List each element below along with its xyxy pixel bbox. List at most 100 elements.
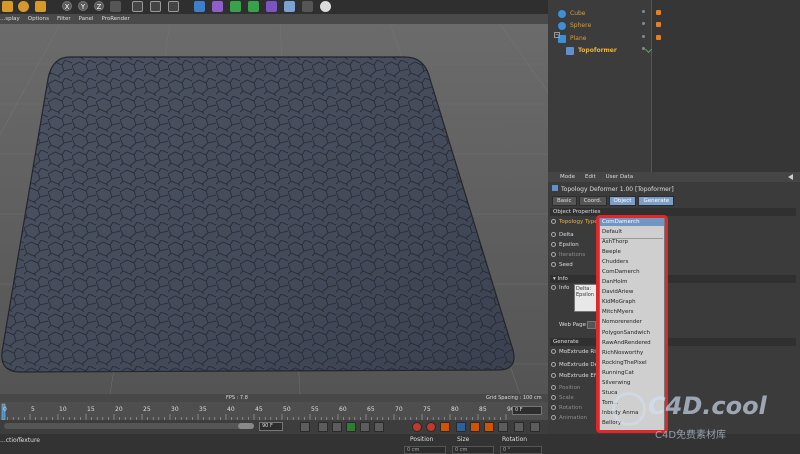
object-topoformer[interactable]: Topoformer — [550, 45, 650, 56]
anim-dot[interactable] — [551, 362, 556, 367]
render-picture-icon[interactable] — [150, 1, 161, 12]
tab-basic[interactable]: Basic — [552, 196, 577, 206]
info-header[interactable]: ▾ Info — [550, 275, 796, 283]
anim-dot[interactable] — [551, 349, 556, 354]
rotation-prop[interactable]: Rotation — [551, 405, 582, 411]
current-frame-field[interactable]: 0 F — [512, 406, 542, 415]
rotation-h-field[interactable]: 0 ° — [500, 446, 542, 454]
web-page-button[interactable] — [587, 321, 596, 329]
anim-dot[interactable] — [551, 395, 556, 400]
position-x-field[interactable]: 0 cm — [404, 446, 446, 454]
array-icon[interactable] — [248, 1, 259, 12]
render-view-icon[interactable] — [132, 1, 143, 12]
anim-dot[interactable] — [551, 385, 556, 390]
menu-options[interactable]: Options — [28, 16, 49, 22]
light-icon[interactable] — [320, 1, 331, 12]
time-range-slider[interactable] — [4, 423, 254, 429]
topology-type-prop[interactable]: Topology Type — [551, 219, 598, 225]
next-key-button[interactable] — [374, 422, 384, 432]
material-tag-icon[interactable] — [656, 22, 661, 27]
iterations-prop[interactable]: Iterations — [551, 252, 585, 258]
next-frame-button[interactable] — [360, 422, 370, 432]
timeline-menu-button[interactable] — [530, 422, 540, 432]
expand-toggle[interactable]: − — [554, 32, 560, 38]
rotate-key-button[interactable] — [484, 422, 494, 432]
anim-dot[interactable] — [551, 262, 556, 267]
attr-menu-edit[interactable]: Edit — [585, 174, 596, 180]
prev-frame-button[interactable] — [332, 422, 342, 432]
timeline-tick-label: 65 — [367, 406, 375, 413]
visibility-dot[interactable] — [642, 22, 645, 25]
back-arrow-icon[interactable] — [788, 174, 793, 180]
object-sphere[interactable]: Sphere — [550, 20, 650, 31]
attribute-tabs: Basic Coord. Object Generate — [552, 196, 675, 206]
end-frame-field[interactable]: 90 F — [259, 422, 283, 431]
material-tag-icon[interactable] — [656, 35, 661, 40]
move-tool-icon[interactable] — [35, 1, 46, 12]
menu-panel[interactable]: Panel — [79, 16, 94, 22]
param-key-button[interactable] — [498, 422, 508, 432]
menu-display[interactable]: ...splay — [0, 16, 20, 22]
object-cube[interactable]: Cube — [550, 8, 650, 19]
3d-viewport[interactable] — [0, 24, 548, 394]
z-axis-icon[interactable]: Z — [94, 1, 104, 11]
camera-icon[interactable] — [302, 1, 313, 12]
undo-icon[interactable] — [2, 1, 13, 12]
material-tag-icon[interactable] — [656, 10, 661, 15]
delta-prop[interactable]: Delta — [551, 232, 574, 238]
seed-prop[interactable]: Seed — [551, 262, 573, 268]
anim-dot[interactable] — [551, 405, 556, 410]
y-axis-icon[interactable]: Y — [78, 1, 88, 11]
anim-dot[interactable] — [551, 415, 556, 420]
anim-dot[interactable] — [551, 285, 556, 290]
move-key-button[interactable] — [456, 422, 466, 432]
autokey-button[interactable] — [426, 422, 436, 432]
anim-dot[interactable] — [551, 232, 556, 237]
render-settings-icon[interactable] — [168, 1, 179, 12]
record-button[interactable] — [412, 422, 422, 432]
bend-deformer-icon[interactable] — [266, 1, 277, 12]
epsilon-prop[interactable]: Epsilon — [551, 242, 579, 248]
moextrude-ri-prop[interactable]: MoExtrude Ri... — [551, 349, 601, 355]
pla-key-button[interactable] — [514, 422, 524, 432]
anim-dot[interactable] — [551, 219, 556, 224]
info-prop: Info — [551, 285, 569, 291]
menu-filter[interactable]: Filter — [57, 16, 71, 22]
position-prop[interactable]: Position — [551, 385, 580, 391]
go-start-button[interactable] — [300, 422, 310, 432]
texture-tab[interactable]: Texture — [18, 437, 40, 444]
visibility-dot[interactable] — [642, 35, 645, 38]
tab-generate[interactable]: Generate — [638, 196, 675, 206]
animation-prop[interactable]: Animation — [551, 415, 587, 421]
rotate-tool-icon[interactable] — [18, 1, 29, 12]
visibility-dot[interactable] — [642, 10, 645, 13]
keyframe-selection-button[interactable] — [440, 422, 450, 432]
position-header: Position — [410, 436, 434, 443]
web-page-prop[interactable]: Web Page — [559, 322, 586, 328]
spline-pen-icon[interactable] — [212, 1, 223, 12]
cube-object-icon[interactable] — [194, 1, 205, 12]
tab-coord[interactable]: Coord. — [578, 196, 607, 206]
column-divider — [651, 0, 652, 172]
anim-dot[interactable] — [551, 242, 556, 247]
anim-dot[interactable] — [551, 252, 556, 257]
x-axis-icon[interactable]: X — [62, 1, 72, 11]
anim-dot[interactable] — [551, 373, 556, 378]
size-x-field[interactable]: 0 cm — [452, 446, 494, 454]
subdivision-icon[interactable] — [230, 1, 241, 12]
scale-key-button[interactable] — [470, 422, 480, 432]
attr-menu-mode[interactable]: Mode — [560, 174, 575, 180]
world-coords-icon[interactable] — [110, 1, 121, 12]
floor-grid-icon[interactable] — [284, 1, 295, 12]
scale-prop[interactable]: Scale — [551, 395, 574, 401]
timeline-tick-label: 55 — [311, 406, 319, 413]
watermark-logo: C4D.cool — [648, 392, 767, 420]
timeline-tick-label: 50 — [283, 406, 291, 413]
play-button[interactable] — [346, 422, 356, 432]
attr-menu-userdata[interactable]: User Data — [606, 174, 633, 180]
tab-object[interactable]: Object — [608, 196, 637, 206]
object-properties-header: Object Properties — [550, 208, 796, 216]
object-plane[interactable]: Plane — [550, 33, 650, 44]
prev-key-button[interactable] — [318, 422, 328, 432]
menu-prorender[interactable]: ProRender — [101, 16, 129, 22]
